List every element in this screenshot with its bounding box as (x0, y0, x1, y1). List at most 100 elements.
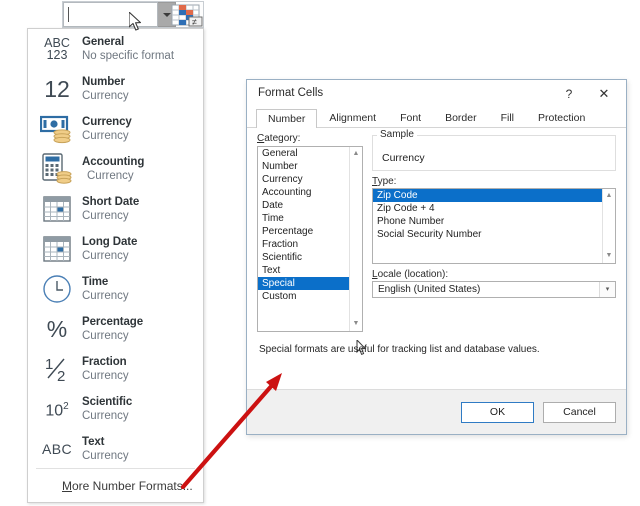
dropdown-item-subtitle: Currency (82, 409, 129, 422)
cancel-button[interactable]: Cancel (543, 402, 616, 423)
scroll-down-icon[interactable]: ▼ (605, 252, 613, 260)
dropdown-item-title: Fraction (82, 355, 127, 368)
category-item-text[interactable]: Text (258, 264, 362, 277)
category-item-date[interactable]: Date (258, 199, 362, 212)
clock-icon (34, 271, 80, 307)
accounting-calculator-icon (34, 151, 80, 187)
number-format-combo[interactable] (63, 2, 158, 27)
category-item-time[interactable]: Time (258, 212, 362, 225)
abc123-icon: ABC 123 (34, 31, 80, 67)
dropdown-item-title: Time (82, 275, 109, 288)
svg-text:1: 1 (45, 356, 53, 373)
dropdown-item-subtitle: No specific format (82, 49, 175, 62)
number-12-icon-text: 12 (44, 75, 70, 102)
dropdown-item-title: Percentage (82, 315, 144, 328)
tab-protection[interactable]: Protection (526, 108, 597, 127)
type-item-phone-number[interactable]: Phone Number (373, 215, 615, 228)
scroll-up-icon[interactable]: ▲ (352, 150, 360, 158)
type-item-zip-code-plus-4[interactable]: Zip Code + 4 (373, 202, 615, 215)
category-item-accounting[interactable]: Accounting (258, 186, 362, 199)
short-date-calendar-icon (34, 191, 80, 227)
category-scrollbar[interactable]: ▲ ▼ (349, 147, 362, 331)
dropdown-item-title: Text (82, 435, 105, 448)
abc-icon-text: ABC (42, 441, 72, 457)
dropdown-item-title: Accounting (82, 155, 145, 168)
more-number-formats-item[interactable]: More Number Formats... (28, 470, 203, 502)
sample-legend-label: Sample (377, 129, 417, 140)
scroll-down-icon[interactable]: ▼ (352, 320, 360, 328)
dropdown-item-subtitle: Currency (82, 449, 129, 462)
category-item-currency[interactable]: Currency (258, 173, 362, 186)
dropdown-item-number[interactable]: 12 Number Currency (28, 69, 203, 109)
tab-border[interactable]: Border (433, 108, 489, 127)
locale-label: Locale (location): (372, 269, 449, 280)
dropdown-item-fraction[interactable]: 1 2 Fraction Currency (28, 349, 203, 389)
category-item-general[interactable]: General (258, 147, 362, 160)
dropdown-item-title: Currency (82, 115, 132, 128)
dropdown-item-title: Long Date (82, 235, 138, 248)
more-number-formats-label: ore Number Formats... (72, 479, 193, 493)
dropdown-item-short-date[interactable]: Short Date Currency (28, 189, 203, 229)
dialog-title: Format Cells (258, 87, 324, 99)
locale-dropdown[interactable]: English (United States) ▾ (372, 281, 616, 298)
dropdown-item-subtitle: Currency (82, 89, 129, 102)
svg-text:≠: ≠ (192, 17, 197, 27)
format-description-text: Special formats are useful for tracking … (259, 344, 540, 355)
dropdown-item-time[interactable]: Time Currency (28, 269, 203, 309)
type-label: Type: (372, 176, 397, 187)
type-listbox[interactable]: Zip Code Zip Code + 4 Phone Number Socia… (372, 188, 616, 264)
text-caret (68, 7, 69, 22)
category-item-number[interactable]: Number (258, 160, 362, 173)
dropdown-item-accounting[interactable]: Accounting Currency (28, 149, 203, 189)
tab-alignment[interactable]: Alignment (317, 108, 388, 127)
close-x-icon[interactable]: ✕ (594, 85, 614, 103)
type-item-social-security-number[interactable]: Social Security Number (373, 228, 615, 241)
dropdown-item-subtitle: Currency (82, 369, 129, 382)
ok-button[interactable]: OK (461, 402, 534, 423)
dropdown-item-general[interactable]: ABC 123 General No specific format (28, 29, 203, 69)
dropdown-item-subtitle: Currency (82, 129, 129, 142)
dropdown-item-subtitle: Currency (82, 209, 129, 222)
type-scrollbar[interactable]: ▲ ▼ (602, 189, 615, 263)
tab-font[interactable]: Font (388, 108, 433, 127)
long-date-calendar-icon (34, 231, 80, 267)
category-item-special[interactable]: Special (258, 277, 362, 290)
dropdown-item-long-date[interactable]: Long Date Currency (28, 229, 203, 269)
percent-icon-text: % (46, 315, 68, 342)
scientific-icon-exponent: 2 (63, 400, 69, 412)
dialog-titlebar: Format Cells ? ✕ (247, 80, 626, 108)
dropdown-item-subtitle: Currency (82, 289, 129, 302)
tab-number[interactable]: Number (256, 109, 318, 128)
dialog-tab-strip: Number Alignment Font Border Fill Protec… (247, 108, 626, 128)
category-item-percentage[interactable]: Percentage (258, 225, 362, 238)
chevron-down-icon (163, 13, 171, 17)
help-question-icon[interactable]: ? (558, 85, 580, 103)
category-item-fraction[interactable]: Fraction (258, 238, 362, 251)
dropdown-item-percentage[interactable]: % Percentage Currency (28, 309, 203, 349)
tab-fill[interactable]: Fill (489, 108, 526, 127)
category-listbox[interactable]: General Number Currency Accounting Date … (257, 146, 363, 332)
dropdown-item-title: Short Date (82, 195, 140, 208)
dropdown-item-text[interactable]: ABC Text Currency (28, 429, 203, 469)
number-format-dropdown-menu[interactable]: ABC 123 General No specific format 12 Nu… (27, 28, 204, 503)
type-item-zip-code[interactable]: Zip Code (373, 189, 615, 202)
dropdown-item-title: Scientific (82, 395, 133, 408)
dropdown-item-scientific[interactable]: 102 Scientific Currency (28, 389, 203, 429)
mouse-cursor-icon (129, 12, 142, 31)
scientific-icon: 102 (34, 391, 80, 427)
chevron-down-icon[interactable]: ▾ (599, 282, 615, 297)
abc-icon: ABC (34, 431, 80, 467)
category-label: Category: (257, 133, 301, 144)
category-item-custom[interactable]: Custom (258, 290, 362, 303)
category-item-scientific[interactable]: Scientific (258, 251, 362, 264)
format-as-table-button[interactable]: ≠ (171, 4, 203, 27)
dropdown-item-subtitle: Currency (87, 169, 134, 182)
currency-banknote-icon (34, 111, 80, 147)
scroll-up-icon[interactable]: ▲ (605, 192, 613, 200)
sample-value: Currency (382, 152, 425, 164)
fraction-icon: 1 2 (34, 351, 80, 387)
dropdown-item-currency[interactable]: Currency Currency (28, 109, 203, 149)
format-cells-dialog: Format Cells ? ✕ Number Alignment Font B… (246, 79, 627, 435)
more-number-formats-accel: M (62, 479, 72, 493)
percent-icon: % (34, 311, 80, 347)
